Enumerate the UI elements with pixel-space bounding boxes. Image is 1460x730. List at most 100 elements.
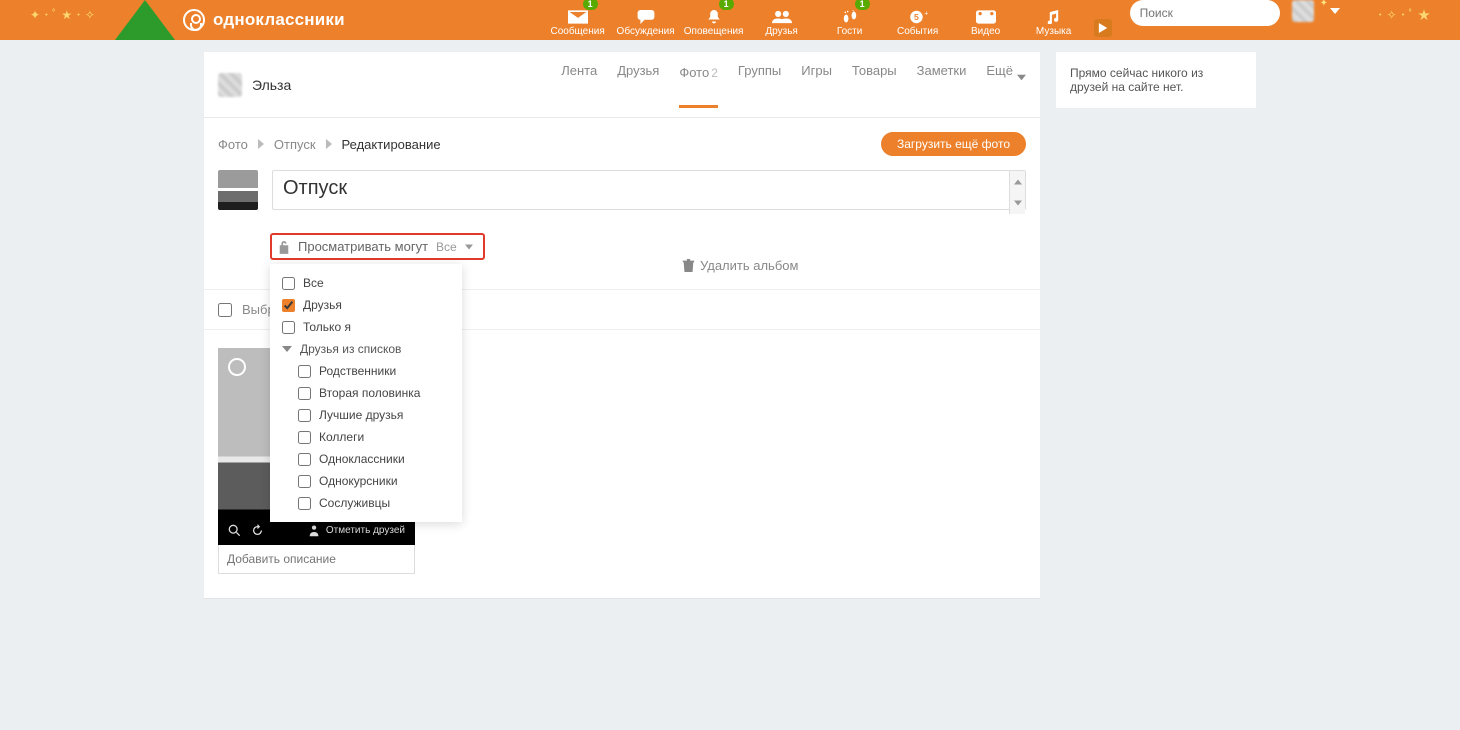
photo-select-circle[interactable] xyxy=(228,358,246,376)
priv-list-2[interactable]: Лучшие друзья xyxy=(270,404,462,426)
music-icon xyxy=(1044,10,1064,24)
person-plus-icon xyxy=(309,524,322,537)
nav-video[interactable]: Видео xyxy=(952,0,1020,40)
ok-logo-icon xyxy=(183,9,205,31)
nav-music[interactable]: Музыка xyxy=(1020,0,1088,40)
profnav-feed[interactable]: Лента xyxy=(561,63,597,106)
priv-opt-friends[interactable]: Друзья xyxy=(270,294,462,316)
checkbox[interactable] xyxy=(298,431,311,444)
upload-more-button[interactable]: Загрузить ещё фото xyxy=(881,132,1026,156)
nav-guests[interactable]: 1 Гости xyxy=(816,0,884,40)
checkbox[interactable] xyxy=(298,453,311,466)
nav-label: Обсуждения xyxy=(617,26,675,37)
album-title-wrap: Отпуск xyxy=(272,170,1026,215)
profnav-more[interactable]: Ещё xyxy=(986,63,1026,106)
select-all-checkbox[interactable] xyxy=(218,303,232,317)
chevron-right-icon xyxy=(258,139,264,149)
nav-play[interactable] xyxy=(1088,0,1118,40)
logo-triangle-icon xyxy=(115,0,175,40)
privacy-selector[interactable]: Просматривать могут Все Все Друзья Тольк… xyxy=(270,233,485,260)
profnav-label: Ещё xyxy=(986,63,1013,92)
priv-list-1[interactable]: Вторая половинка xyxy=(270,382,462,404)
album-title-input[interactable]: Отпуск xyxy=(272,170,1026,210)
nav-notifications[interactable]: 1 Оповещения xyxy=(680,0,748,40)
checkbox[interactable] xyxy=(298,497,311,510)
chevron-right-icon xyxy=(326,139,332,149)
nav-discussions[interactable]: Обсуждения xyxy=(612,0,680,40)
nav-label: Друзья xyxy=(765,26,797,37)
search-input[interactable] xyxy=(1140,6,1295,20)
privacy-dropdown: Все Друзья Только я Друзья из списков Ро… xyxy=(270,264,462,522)
bc-current: Редактирование xyxy=(342,137,441,152)
priv-list-5[interactable]: Однокурсники xyxy=(270,470,462,492)
priv-list-0[interactable]: Родственники xyxy=(270,360,462,382)
nav-messages[interactable]: 1 Сообщения xyxy=(544,0,612,40)
chevron-down-icon xyxy=(1330,6,1340,16)
opt-label: Сослуживцы xyxy=(319,496,390,510)
chevron-down-icon xyxy=(465,243,473,251)
profile-bar: Эльза Лента Друзья Фото2 Группы Игры Тов… xyxy=(204,52,1040,118)
checkbox[interactable] xyxy=(298,475,311,488)
chat-icon xyxy=(636,10,656,24)
priv-list-6[interactable]: Сослуживцы xyxy=(270,492,462,514)
badge: 1 xyxy=(583,0,598,10)
checkbox[interactable] xyxy=(298,387,311,400)
rotate-icon[interactable] xyxy=(251,524,264,537)
nav-label: Гости xyxy=(837,26,862,37)
nav-events[interactable]: 5+ События xyxy=(884,0,952,40)
checkbox[interactable] xyxy=(298,409,311,422)
spinner-up[interactable] xyxy=(1010,171,1025,193)
bc-photo[interactable]: Фото xyxy=(218,137,248,152)
sparkle-icon: ✦ xyxy=(1320,0,1328,9)
unlock-icon xyxy=(278,240,290,254)
user-menu[interactable]: ✦ xyxy=(1292,0,1340,22)
checkbox[interactable] xyxy=(282,321,295,334)
opt-label: Однокурсники xyxy=(319,474,398,488)
lists-label: Друзья из списков xyxy=(300,342,401,356)
nav-label: Музыка xyxy=(1036,26,1071,37)
footprints-icon xyxy=(840,10,860,24)
chevron-down-icon xyxy=(282,344,292,354)
video-icon xyxy=(976,10,996,24)
priv-lists-toggle[interactable]: Друзья из списков xyxy=(270,338,462,360)
opt-label: Родственники xyxy=(319,364,396,378)
profile-nav: Лента Друзья Фото2 Группы Игры Товары За… xyxy=(561,63,1026,106)
opt-label: Одноклассники xyxy=(319,452,405,466)
checkbox[interactable] xyxy=(282,299,295,312)
tag-friends[interactable]: Отметить друзей xyxy=(309,524,405,537)
avatar xyxy=(1292,0,1314,22)
spinner-down[interactable] xyxy=(1010,193,1025,215)
svg-text:+: + xyxy=(924,10,928,17)
search-icon[interactable] xyxy=(228,524,241,537)
sidebar-widget: Прямо сейчас никого из друзей на сайте н… xyxy=(1056,52,1256,108)
opt-label: Друзья xyxy=(303,298,342,312)
search-box[interactable] xyxy=(1130,0,1280,26)
checkbox[interactable] xyxy=(282,277,295,290)
profnav-goods[interactable]: Товары xyxy=(852,63,897,106)
logo[interactable]: одноклассники xyxy=(0,0,345,40)
priv-list-3[interactable]: Коллеги xyxy=(270,426,462,448)
profnav-games[interactable]: Игры xyxy=(801,63,832,106)
avatar xyxy=(218,73,242,97)
top-bar: ✦ ･ ﾟ ★ ･ ✧ ･ ✧ ･ ﾟ ★ одноклассники 1 Со… xyxy=(0,0,1460,40)
profnav-friends[interactable]: Друзья xyxy=(617,63,659,106)
profnav-notes[interactable]: Заметки xyxy=(917,63,967,106)
priv-opt-onlyme[interactable]: Только я xyxy=(270,316,462,338)
profnav-groups[interactable]: Группы xyxy=(738,63,781,106)
photo-caption-input[interactable] xyxy=(218,545,415,574)
delete-album[interactable]: Удалить альбом xyxy=(682,258,798,273)
breadcrumb-row: Фото Отпуск Редактирование Загрузить ещё… xyxy=(204,118,1040,170)
checkbox[interactable] xyxy=(298,365,311,378)
priv-list-4[interactable]: Одноклассники xyxy=(270,448,462,470)
friends-icon xyxy=(772,10,792,24)
play-icon xyxy=(1094,19,1112,37)
priv-opt-all[interactable]: Все xyxy=(270,272,462,294)
profnav-photo[interactable]: Фото2 xyxy=(679,65,718,108)
profile-name: Эльза xyxy=(252,77,291,93)
bc-album[interactable]: Отпуск xyxy=(274,137,316,152)
nav-friends[interactable]: Друзья xyxy=(748,0,816,40)
tag-label: Отметить друзей xyxy=(326,525,405,536)
bell-icon xyxy=(704,10,724,24)
photo-toolbar: Отметить друзей xyxy=(228,524,405,537)
main-wrap: Эльза Лента Друзья Фото2 Группы Игры Тов… xyxy=(0,52,1460,598)
